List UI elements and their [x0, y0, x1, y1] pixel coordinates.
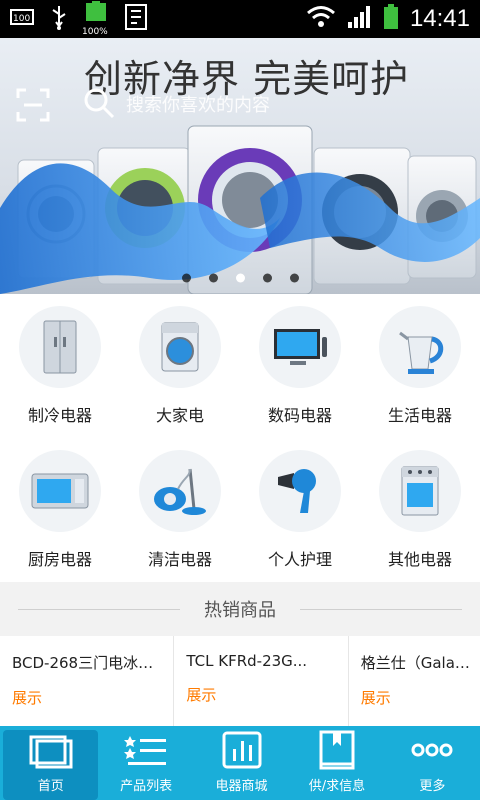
- tab-shop[interactable]: 电器商城: [194, 726, 289, 800]
- page-dot[interactable]: [181, 273, 191, 283]
- product-tag: 展示: [360, 689, 391, 707]
- hairdryer-icon: [259, 450, 341, 532]
- oven-icon: [379, 450, 461, 532]
- product-card[interactable]: 格兰仕（Galan... 展示: [349, 636, 480, 726]
- banner-page-indicator: [0, 273, 480, 283]
- home-icon: [28, 730, 74, 771]
- book-icon: [314, 729, 360, 771]
- battery-charging-icon: 100%: [82, 1, 110, 37]
- tab-more[interactable]: 更多: [385, 726, 480, 800]
- product-card[interactable]: BCD-268三门电冰箱 ... 展示: [0, 636, 175, 726]
- more-icon: [409, 729, 455, 771]
- vacuum-icon: [139, 450, 221, 532]
- product-name: TCL KFRd-23G...: [186, 652, 308, 670]
- kettle-icon: [379, 306, 461, 388]
- product-name: 格兰仕（Galan...: [360, 654, 470, 672]
- svg-text:100: 100: [13, 14, 30, 24]
- promo-banner[interactable]: 创新净界 完美呵护: [0, 38, 480, 294]
- category-label: 大家电: [155, 406, 204, 425]
- page-dot[interactable]: [208, 273, 218, 283]
- product-tag: 展示: [186, 686, 217, 704]
- category-digital[interactable]: 数码电器: [240, 294, 360, 438]
- page-dot[interactable]: [289, 273, 299, 283]
- page-dot[interactable]: [262, 273, 272, 283]
- category-personal-care[interactable]: 个人护理: [240, 438, 360, 582]
- status-bar: 100 100% 14:41: [0, 0, 480, 38]
- tab-label: 更多: [419, 779, 446, 794]
- category-label: 数码电器: [267, 406, 332, 425]
- tab-product-list[interactable]: 产品列表: [98, 726, 193, 800]
- divider: [300, 609, 462, 610]
- bottom-tab-bar: 首页 产品列表 电器商城 供/求信息 更多: [0, 726, 480, 800]
- product-card[interactable]: TCL KFRd-23G... 展示: [174, 636, 349, 726]
- battery-percent-label: 100%: [82, 27, 108, 37]
- category-label: 清洁电器: [147, 550, 212, 569]
- tab-label: 产品列表: [120, 779, 173, 794]
- search-bar[interactable]: [82, 88, 412, 122]
- tab-label: 供/求信息: [308, 779, 366, 794]
- category-label: 制冷电器: [27, 406, 92, 425]
- hot-section-title: 热销商品: [188, 596, 292, 622]
- divider: [18, 609, 180, 610]
- scan-icon[interactable]: [16, 88, 50, 122]
- category-large-appliance[interactable]: 大家电: [120, 294, 240, 438]
- category-label: 其他电器: [387, 550, 452, 569]
- product-name: BCD-268三门电冰箱 ...: [12, 654, 164, 672]
- list-icon: [123, 729, 169, 771]
- wifi-icon: [306, 4, 336, 34]
- tab-label: 首页: [37, 779, 64, 794]
- category-label: 个人护理: [267, 550, 332, 569]
- usb-icon: [50, 4, 68, 34]
- page-dot-active[interactable]: [235, 273, 245, 283]
- category-cleaning[interactable]: 清洁电器: [120, 438, 240, 582]
- category-kitchen[interactable]: 厨房电器: [0, 438, 120, 582]
- tab-home[interactable]: 首页: [3, 730, 99, 800]
- category-other[interactable]: 其他电器: [360, 438, 480, 582]
- washing-machine-icon: [139, 306, 221, 388]
- refrigerator-icon: [19, 306, 101, 388]
- search-input[interactable]: [124, 93, 388, 117]
- clock: 14:41: [409, 5, 470, 32]
- microwave-icon: [19, 450, 101, 532]
- tv-icon: [259, 306, 341, 388]
- tab-label: 电器商城: [215, 779, 268, 794]
- search-icon[interactable]: [82, 86, 116, 124]
- battery-100-icon: 100: [10, 8, 36, 30]
- tab-supply-demand[interactable]: 供/求信息: [289, 726, 384, 800]
- category-grid: 制冷电器 大家电 数码电器 生活电器 厨房电器 清洁电器 个人护理 其他电器: [0, 294, 480, 582]
- notification-app-icon: [124, 3, 148, 35]
- battery-icon: [382, 3, 400, 35]
- signal-icon: [346, 4, 372, 34]
- shop-icon: [219, 729, 265, 771]
- category-label: 生活电器: [387, 406, 452, 425]
- product-tag: 展示: [12, 689, 43, 707]
- hot-section-header: 热销商品: [0, 582, 480, 636]
- category-refrigeration[interactable]: 制冷电器: [0, 294, 120, 438]
- hot-products-list: BCD-268三门电冰箱 ... 展示 TCL KFRd-23G... 展示 格…: [0, 636, 480, 726]
- category-living[interactable]: 生活电器: [360, 294, 480, 438]
- category-label: 厨房电器: [27, 550, 92, 569]
